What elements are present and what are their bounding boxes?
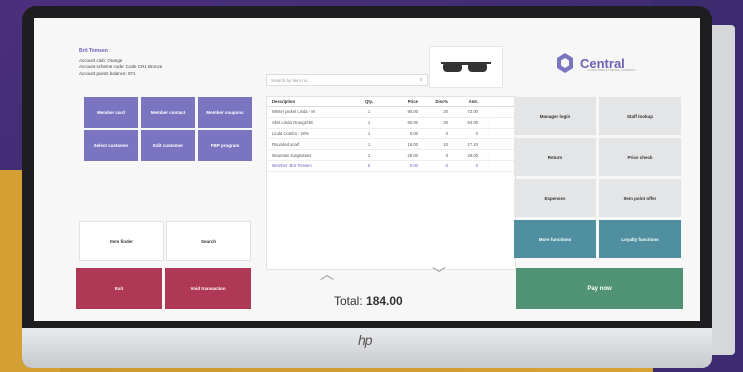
manager-login-button[interactable]: Manager login [514,97,596,135]
table-row[interactable]: Linda Combo - 20% 1 0.00 0 0 ⋮ [267,129,515,140]
cell-amt: 72.00 [467,109,478,115]
pos-screen: Brit Tomsen Account club: Orange Account… [34,18,700,321]
cell-qty: 1 [367,141,371,147]
cell-qty: 1 [367,109,371,115]
cell-amt: 17.10 [467,141,478,147]
total-display: Total: 184.00 [334,294,403,308]
customer-info: Brit Tomsen Account club: Orange Account… [79,48,162,77]
table-row[interactable]: Member: Brit Tomsen 0 0.00 0 0 ⋮ [267,161,515,172]
header-qty: Qty. [365,99,373,104]
search-placeholder: Search by item no. [271,77,309,83]
row-menu-icon[interactable]: ⋮ [481,131,493,136]
brand-tagline: A NORTHEAST RETAIL COMPANY [588,68,636,72]
row-menu-icon[interactable]: ⋮ [481,142,493,147]
return-button[interactable]: Return [514,138,596,176]
table-header: Description Qty. Price Disc% Amt. [267,97,515,107]
cell-disc: 0 [445,152,448,158]
monitor: Brit Tomsen Account club: Orange Account… [22,6,712,368]
cell-desc: Winter jacket Linda - M [272,109,315,115]
row-menu-icon[interactable]: ⋮ [481,120,493,125]
row-menu-icon[interactable]: ⋮ [481,109,493,114]
cell-price: 19.00 [407,141,418,147]
search-button[interactable]: Search [166,221,251,261]
central-logo-icon [557,53,573,73]
customer-scheme: Account scheme code: Code CR1 Bronze [79,64,163,69]
total-value: 184.00 [366,294,403,308]
cell-price: 0.00 [409,163,418,169]
table-row[interactable]: Skirt Linda Orange/38 1 80.00 20 64.00 ⋮ [267,118,515,129]
cell-qty: 1 [367,120,371,126]
edit-customer-button[interactable]: Edit customer [141,130,195,161]
cell-amt: 29.00 [467,152,478,158]
header-disc: Disc% [435,99,448,104]
void-transaction-button[interactable]: Void transaction [165,268,251,309]
cell-qty: 1 [367,130,371,136]
table-row[interactable]: Mountain sunglasses 1 29.00 0 29.00 ⋮ [267,150,515,161]
scroll-up-icon[interactable]: ︿ [320,264,334,284]
table-row[interactable]: Winter jacket Linda - M 1 90.00 20 72.00 ⋮ [267,107,515,118]
cell-qty: 0 [367,163,371,169]
member-coupons-button[interactable]: Member coupons [198,97,252,128]
row-menu-icon[interactable]: ⋮ [481,163,493,168]
price-check-button[interactable]: Price check [599,138,681,176]
total-label: Total: [334,294,363,308]
cell-qty: 1 [367,152,371,158]
search-input[interactable]: Search by item no. ⌕ [266,74,428,86]
cell-disc: 10 [443,141,448,147]
cell-desc: Member: Brit Tomsen [272,163,312,169]
cell-price: 90.00 [407,109,418,115]
cell-desc: Linda Combo - 20% [272,130,310,136]
brand-logo: Central A NORTHEAST RETAIL COMPANY [554,52,636,74]
cell-disc: 0 [445,163,448,169]
search-icon[interactable]: ⌕ [420,77,423,84]
item-point-offer-button[interactable]: Item point offer [599,179,681,217]
cell-price: 0.00 [409,130,418,136]
cell-amt: 0 [475,163,478,169]
exit-button[interactable]: Exit [76,268,162,309]
fbp-program-button[interactable]: FBP program [198,130,252,161]
scroll-down-icon[interactable]: ﹀ [432,264,446,284]
pay-now-button[interactable]: Pay now [516,268,683,309]
cell-amt: 64.00 [467,120,478,126]
member-contact-button[interactable]: Member contact [141,97,195,128]
cell-disc: 20 [443,109,448,115]
cell-disc: 20 [443,120,448,126]
expenses-button[interactable]: Expenses [514,179,596,217]
transaction-table: Description Qty. Price Disc% Amt. Winter… [266,96,516,270]
select-customer-button[interactable]: Select customer [84,130,138,161]
header-amt: Amt. [468,99,478,104]
hp-logo: hp [358,332,373,348]
cell-price: 80.00 [407,120,418,126]
monitor-chin: hp [22,328,712,368]
staff-lookup-button[interactable]: Staff lookup [599,97,681,135]
cell-desc: Mountain sunglasses [272,152,312,158]
customer-points: Account points balance: 971 [79,70,136,76]
loyalty-functions-button[interactable]: Loyalty functions [599,220,681,258]
customer-name: Brit Tomsen [79,48,108,54]
cell-desc: Rounded scarf [272,141,300,147]
cell-amt: 0 [475,130,478,136]
member-card-button[interactable]: Member card [84,97,138,128]
cell-disc: 0 [445,130,448,136]
item-finder-button[interactable]: Item finder [79,221,164,261]
cell-desc: Skirt Linda Orange/38 [272,120,313,126]
cell-price: 29.00 [407,152,418,158]
more-functions-button[interactable]: More functions [514,220,596,258]
header-price: Price [407,99,418,104]
header-description: Description [272,99,296,104]
sunglasses-icon [441,62,491,72]
table-row[interactable]: Rounded scarf 1 19.00 10 17.10 ⋮ [267,139,515,151]
product-image [429,46,503,88]
row-menu-icon[interactable]: ⋮ [481,153,493,158]
